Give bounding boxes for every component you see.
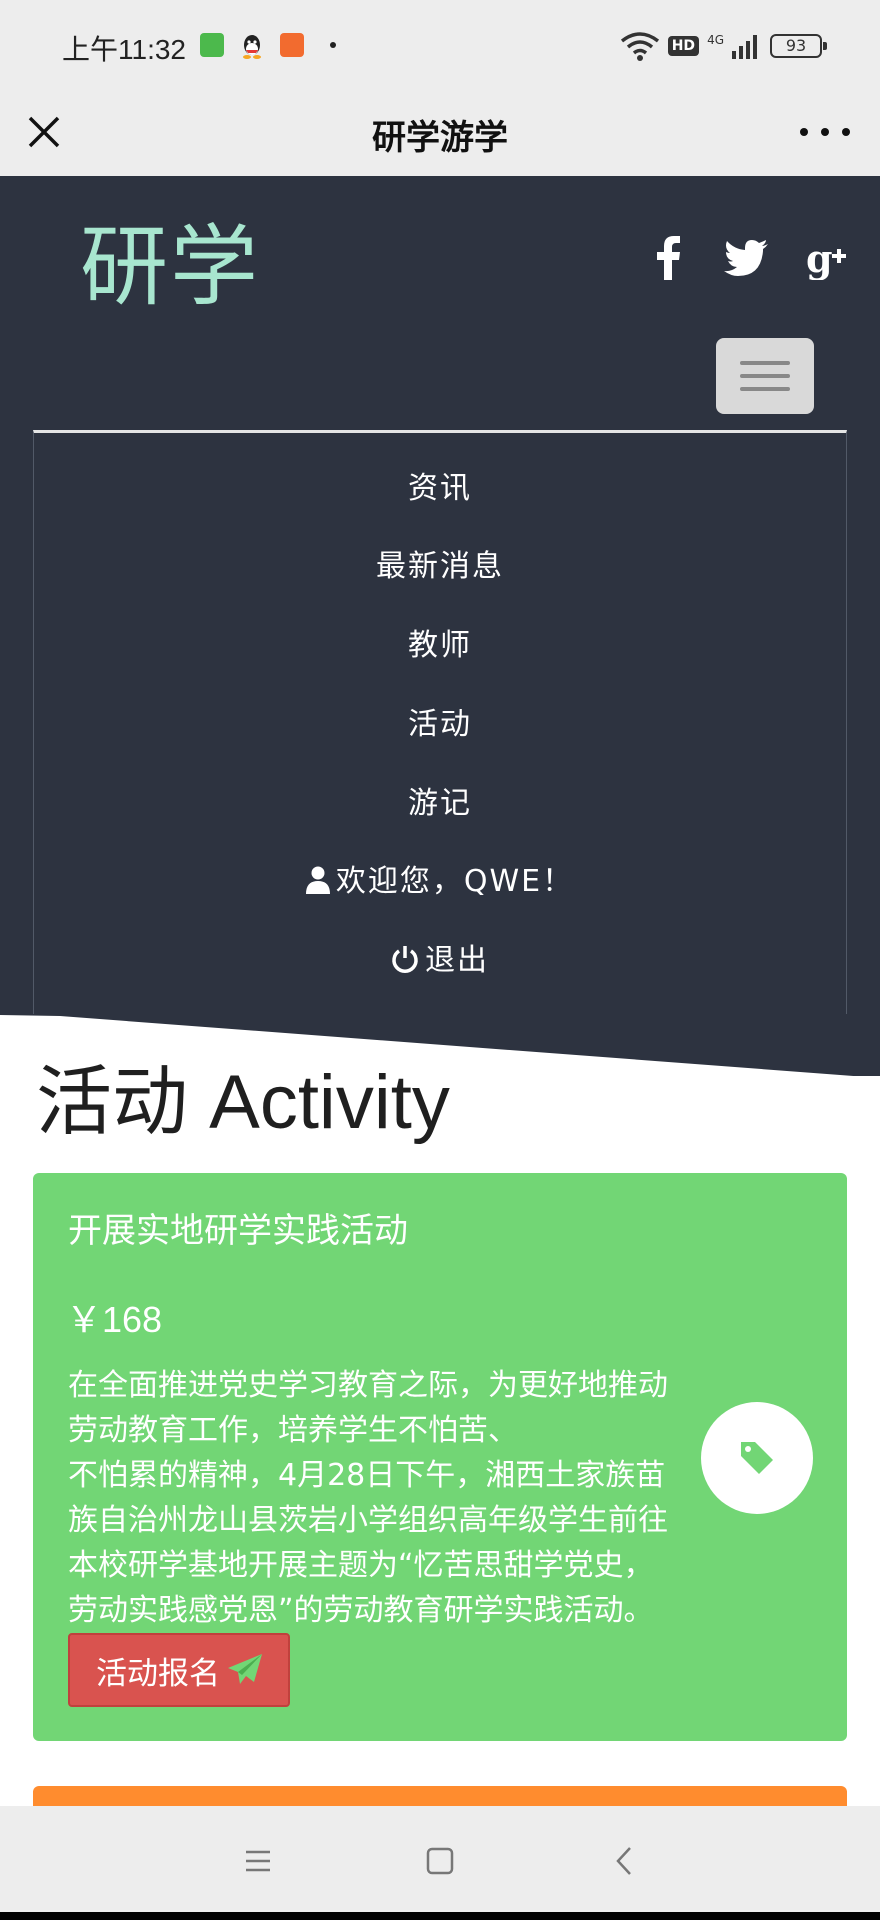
system-nav-bar [0,1806,880,1920]
description-line: 族自治州龙山县茨岩小学组织高年级学生前往 [68,1503,668,1538]
site-brand[interactable]: 研学 [80,196,260,323]
tag-icon [741,1442,773,1474]
twitter-icon[interactable] [724,240,768,280]
section-title-en: Activity [209,1060,450,1145]
menu-nav-icon[interactable] [228,1836,288,1886]
home-nav-icon[interactable] [410,1836,470,1886]
wifi-icon [620,32,659,61]
svg-text:g: g [806,236,833,280]
status-more-dot [330,42,336,48]
welcome-label: 欢迎您，QWE！ [335,864,575,899]
bottom-edge [0,1912,880,1920]
page-title: 研学游学 [372,118,508,158]
signal-icon [732,35,757,59]
menu-item-logout[interactable]: 退出 [34,935,846,979]
description-line: 劳动教育工作，培养学生不怕苦、 [68,1413,518,1448]
app-notification-icon [200,33,224,57]
activity-description: 在全面推进党史学习教育之际，为更好地推动 劳动教育工作，培养学生不怕苦、 不怕累… [68,1363,708,1633]
hamburger-menu-icon[interactable] [716,338,814,414]
facebook-icon[interactable] [656,236,680,284]
description-line: 本校研学基地开展主题为“忆苦思甜学党史， [68,1548,654,1583]
activity-card: 开展实地研学实践活动 ￥168 在全面推进党史学习教育之际，为更好地推动 劳动教… [33,1173,847,1741]
video-app-icon [280,33,304,57]
menu-item-welcome[interactable]: 欢迎您，QWE！ [34,856,846,900]
battery-indicator: 93 [770,34,827,58]
menu-item-activities[interactable]: 活动 [34,699,846,743]
power-icon [392,946,418,973]
description-line: 不怕累的精神，4月28日下午，湘西土家族苗 [68,1458,666,1493]
menu-item-travelogue[interactable]: 游记 [34,778,846,822]
description-line: 在全面推进党史学习教育之际，为更好地推动 [68,1368,668,1403]
section-heading: 活动 Activity [36,1040,450,1150]
back-nav-icon[interactable] [594,1836,654,1886]
nav-menu: 资讯 最新消息 教师 活动 游记 欢迎您，QWE！ 退出 [33,430,847,1014]
description-line: 劳动实践感党恩”的劳动教育研学实践活动。 [68,1593,654,1628]
title-bar: 研学游学 [0,88,880,176]
site-header: 研学 g 资讯 最新消息 教师 活动 游记 欢迎您，QWE！ 退出 [0,176,880,1076]
section-title-cn: 活动 [36,1057,188,1146]
status-time: 上午11:32 [62,34,186,65]
menu-item-latest[interactable]: 最新消息 [34,541,846,585]
activity-price: ￥168 [66,1299,163,1340]
tag-button[interactable] [701,1402,813,1514]
menu-item-news[interactable]: 资讯 [34,463,846,507]
more-icon[interactable] [800,112,850,152]
google-plus-icon[interactable]: g [806,236,848,284]
menu-item-teachers[interactable]: 教师 [34,620,846,664]
status-bar: 上午11:32 HD 4G 93 [0,0,880,88]
network-type: 4G [707,33,724,47]
activity-signup-button[interactable]: 活动报名 [68,1633,290,1707]
status-right: HD 4G 93 [620,30,827,62]
screen: 上午11:32 HD 4G 93 研学游学 研学 g 资讯 最新消息 教师 活动… [0,0,880,1920]
logout-label: 退出 [425,943,489,978]
qq-icon [240,33,264,59]
signup-label: 活动报名 [96,1655,220,1692]
user-icon [305,866,330,894]
activity-title: 开展实地研学实践活动 [68,1211,408,1251]
hd-badge: HD [667,36,700,56]
paper-plane-icon [228,1654,262,1684]
